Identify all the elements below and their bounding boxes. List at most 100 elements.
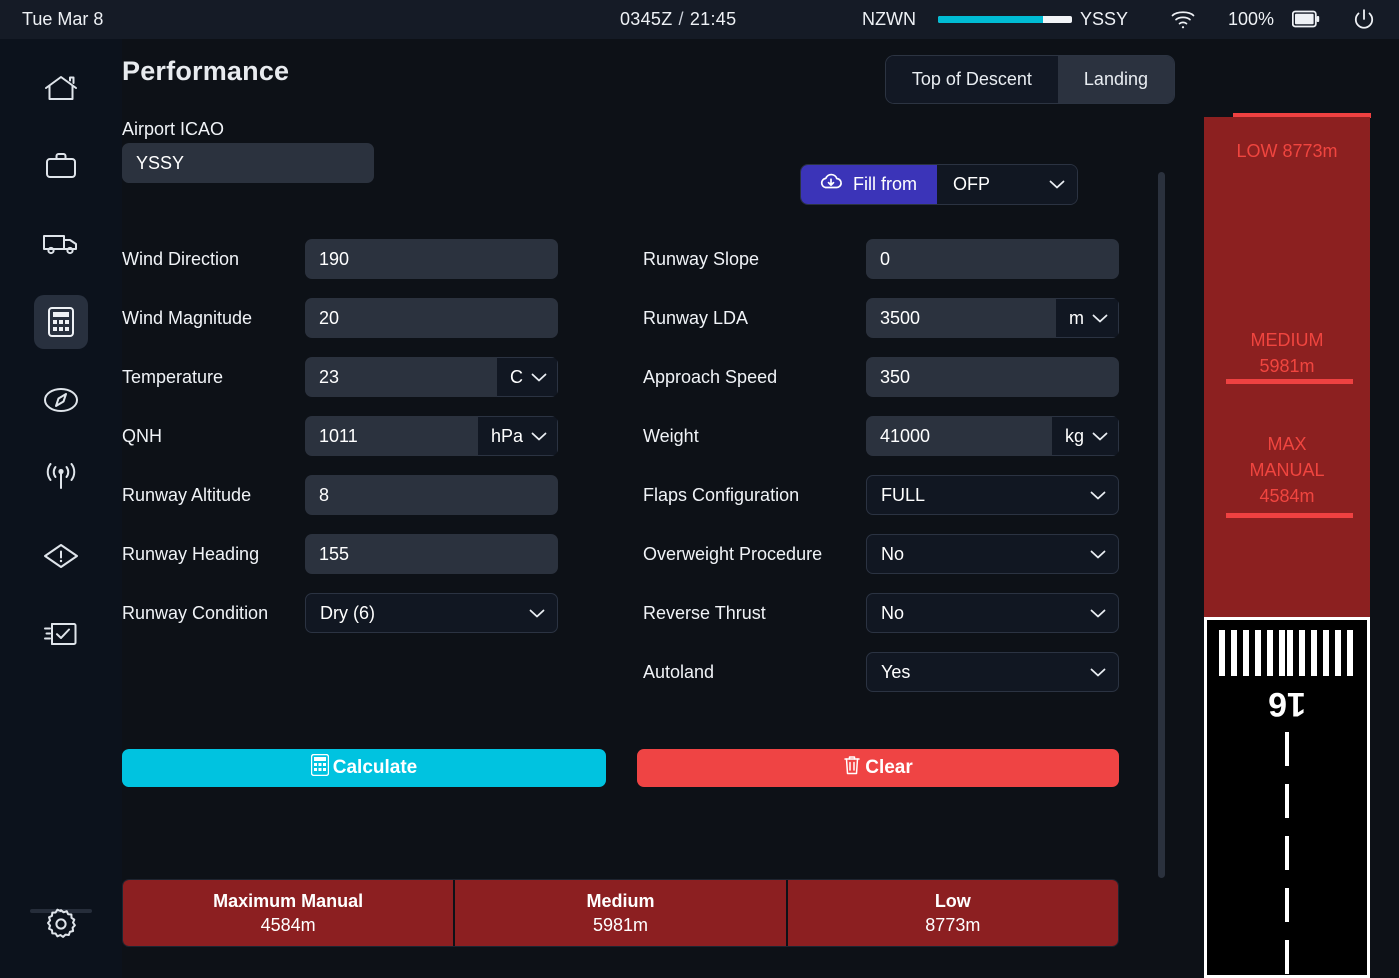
result-cell-medium: Medium5981m <box>455 880 787 946</box>
qnh-unit-select[interactable]: hPa <box>478 416 558 456</box>
fill-from-button[interactable]: Fill from <box>801 165 937 204</box>
time-separator: / <box>679 9 684 29</box>
main-content: Performance Top of Descent Landing Airpo… <box>122 39 1195 978</box>
runway-diagram: 16 <box>1204 617 1370 978</box>
calculator-icon <box>47 306 75 338</box>
qnh-unit-value: hPa <box>491 426 523 447</box>
zulu-time: 0345Z <box>620 9 673 29</box>
runway-lda-unit-value: m <box>1069 308 1084 329</box>
approach-speed-input[interactable]: 350 <box>866 357 1119 397</box>
sidebar <box>0 39 122 978</box>
sidebar-item-settings[interactable] <box>34 897 88 951</box>
qnh-input[interactable]: 1011 <box>305 416 478 456</box>
temperature-input[interactable]: 23 <box>305 357 497 397</box>
max-manual-value: 4584m <box>1204 483 1370 509</box>
weight-combo: 41000kg <box>866 416 1119 456</box>
runway-lda-input[interactable]: 3500 <box>866 298 1056 338</box>
clear-button[interactable]: Clear <box>637 749 1119 787</box>
medium-margin-value: 5981m <box>1204 353 1370 379</box>
runway-lda-unit-select[interactable]: m <box>1056 298 1119 338</box>
runway-slope-input[interactable]: 0 <box>866 239 1119 279</box>
calculate-button[interactable]: Calculate <box>122 749 606 787</box>
radio-tower-icon <box>42 463 80 493</box>
status-date: Tue Mar 8 <box>22 9 103 30</box>
sidebar-item-home[interactable] <box>34 61 88 115</box>
flaps-configuration-label: Flaps Configuration <box>643 485 799 506</box>
sidebar-item-failures[interactable] <box>34 529 88 583</box>
airport-icao-input[interactable]: YSSY <box>122 143 374 183</box>
flaps-configuration-select[interactable]: FULL <box>866 475 1119 515</box>
overweight-procedure-select[interactable]: No <box>866 534 1119 574</box>
runway-heading-input[interactable]: 155 <box>305 534 558 574</box>
weight-unit-select[interactable]: kg <box>1052 416 1119 456</box>
flaps-configuration-value: FULL <box>881 485 925 506</box>
battery-icon <box>1292 10 1320 33</box>
field-row-runway-condition: Runway ConditionDry (6) <box>122 593 558 633</box>
sidebar-item-communications[interactable] <box>34 451 88 505</box>
runway-threshold-markings-left <box>1219 630 1285 676</box>
result-value: 8773m <box>925 915 980 936</box>
weight-input[interactable]: 41000 <box>866 416 1052 456</box>
sidebar-item-performance[interactable] <box>34 295 88 349</box>
chevron-down-icon <box>1090 491 1106 500</box>
field-row-runway-slope: Runway Slope 0 <box>643 239 1119 279</box>
result-value: 4584m <box>261 915 316 936</box>
wind-direction-label: Wind Direction <box>122 249 239 270</box>
result-name: Low <box>935 891 971 912</box>
runway-slope-label: Runway Slope <box>643 249 759 270</box>
page-title: Performance <box>122 56 289 87</box>
fill-from-source-select[interactable]: OFP <box>937 165 1077 204</box>
weight-label: Weight <box>643 426 699 447</box>
landing-distance-visualization: LOW 8773m MEDIUM 5981m MAX MANUAL 4584m … <box>1199 39 1399 978</box>
runway-lda-label: Runway LDA <box>643 308 748 329</box>
airport-icao-label: Airport ICAO <box>122 119 224 140</box>
calculate-label: Calculate <box>333 757 417 779</box>
battery-percent: 100% <box>1228 9 1274 30</box>
field-row-temperature: Temperature 23C <box>122 357 558 397</box>
checklist-icon <box>43 620 79 648</box>
calculator-icon <box>311 754 331 782</box>
wind-direction-input[interactable]: 190 <box>305 239 558 279</box>
reverse-thrust-value: No <box>881 603 904 624</box>
truck-icon <box>42 231 80 257</box>
sidebar-item-checklists[interactable] <box>34 607 88 661</box>
runway-condition-value: Dry (6) <box>320 603 375 624</box>
sidebar-item-ground-services[interactable] <box>34 217 88 271</box>
runway-condition-select[interactable]: Dry (6) <box>305 593 558 633</box>
performance-app: Tue Mar 8 0345Z/21:45 NZWN YSSY 100% <box>0 0 1399 978</box>
field-row-wind-magnitude: Wind Magnitude20 <box>122 298 558 338</box>
max-manual-name-line1: MAX <box>1204 431 1370 457</box>
field-row-runway-lda: Runway LDA 3500 m <box>643 298 1119 338</box>
approach-speed-label: Approach Speed <box>643 367 777 388</box>
tab-landing[interactable]: Landing <box>1058 56 1174 103</box>
wind-magnitude-input[interactable]: 20 <box>305 298 558 338</box>
temperature-label: Temperature <box>122 367 223 388</box>
power-icon[interactable] <box>1352 8 1376 37</box>
sidebar-item-flight-bag[interactable] <box>34 139 88 193</box>
overweight-procedure-label: Overweight Procedure <box>643 544 822 565</box>
runway-altitude-input[interactable]: 8 <box>305 475 558 515</box>
fill-from-group: Fill from OFP <box>800 164 1078 205</box>
field-row-flaps-configuration: Flaps Configuration FULL <box>643 475 1119 515</box>
temperature-unit-select[interactable]: C <box>497 357 558 397</box>
main-scrollbar[interactable] <box>1158 172 1165 878</box>
result-name: Maximum Manual <box>213 891 363 912</box>
medium-margin-label: MEDIUM 5981m <box>1204 327 1370 379</box>
status-bar: Tue Mar 8 0345Z/21:45 NZWN YSSY 100% <box>0 0 1399 39</box>
autoland-select[interactable]: Yes <box>866 652 1119 692</box>
field-row-wind-direction: Wind Direction 190 <box>122 239 558 279</box>
field-row-reverse-thrust: Reverse ThrustNo <box>643 593 1119 633</box>
tab-top-of-descent[interactable]: Top of Descent <box>886 56 1058 103</box>
qnh-label: QNH <box>122 426 162 447</box>
results-bar: Maximum Manual 4584m Medium5981m Low 8773m <box>122 879 1119 947</box>
warning-diamond-icon <box>42 542 80 570</box>
field-row-runway-altitude: Runway Altitude 8 <box>122 475 558 515</box>
runway-designator: 16 <box>1207 684 1367 723</box>
fill-from-label: Fill from <box>853 174 917 195</box>
runway-altitude-label: Runway Altitude <box>122 485 251 506</box>
qnh-combo: 1011 hPa <box>305 416 558 456</box>
field-row-overweight-procedure: Overweight Procedure No <box>643 534 1119 574</box>
low-margin-label: LOW 8773m <box>1204 141 1370 162</box>
reverse-thrust-select[interactable]: No <box>866 593 1119 633</box>
sidebar-item-navigation[interactable] <box>34 373 88 427</box>
